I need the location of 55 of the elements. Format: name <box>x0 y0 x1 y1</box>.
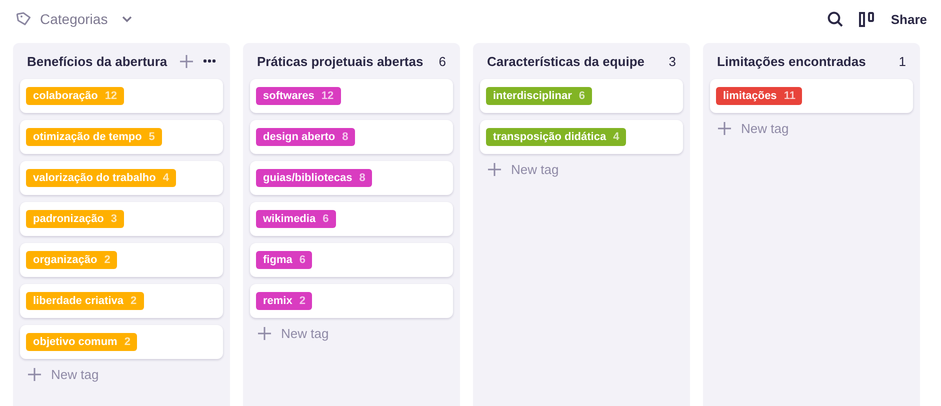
tag-card[interactable]: figma 6 <box>250 243 453 277</box>
tag-card[interactable]: guias/bibliotecas 8 <box>250 161 453 195</box>
tag-card[interactable]: colaboração 12 <box>20 79 223 113</box>
tag-label[interactable]: valorização do trabalho 4 <box>26 169 176 187</box>
add-icon[interactable] <box>180 54 193 68</box>
new-tag-button[interactable]: New tag <box>258 326 329 341</box>
tag-card[interactable]: wikimedia 6 <box>250 202 453 236</box>
column-title: Práticas projetuais abertas <box>257 54 424 68</box>
column-title: Limitações encontradas <box>717 54 867 68</box>
tag-count: 3 <box>668 54 676 68</box>
tag-label[interactable]: limitações 11 <box>716 87 802 105</box>
tag-label[interactable]: colaboração 12 <box>26 87 124 105</box>
tag-label[interactable]: objetivo comum 2 <box>26 333 138 351</box>
chevron-down-icon[interactable] <box>122 16 132 22</box>
tag-count: 6 <box>438 54 446 68</box>
plus-icon <box>488 163 501 176</box>
tag-card[interactable]: transposição didática 4 <box>480 120 683 154</box>
share-button[interactable]: Share <box>890 12 927 26</box>
plus-icon <box>28 368 41 381</box>
tag-label[interactable]: organização 2 <box>26 251 118 269</box>
tag-label[interactable]: wikimedia 6 <box>256 210 336 228</box>
new-tag-button[interactable]: New tag <box>28 367 99 382</box>
tag-label[interactable]: guias/bibliotecas 8 <box>256 169 372 187</box>
tag-card[interactable]: padronização 3 <box>20 202 223 236</box>
tag-card[interactable]: liberdade criativa 2 <box>20 284 223 318</box>
plus-icon <box>258 327 271 340</box>
tag-card[interactable]: softwares 12 <box>250 79 453 113</box>
tag-card[interactable]: interdisciplinar 6 <box>480 79 683 113</box>
new-tag-button[interactable]: New tag <box>488 162 559 177</box>
tag-icon <box>16 11 32 27</box>
tag-card[interactable]: otimização de tempo 5 <box>20 120 223 154</box>
tag-card[interactable]: objetivo comum 2 <box>20 325 223 359</box>
tag-label[interactable]: figma 6 <box>256 251 312 269</box>
tag-label[interactable]: padronização 3 <box>26 210 124 228</box>
columns-button[interactable] <box>858 12 875 26</box>
plus-icon <box>718 122 731 135</box>
tag-label[interactable]: liberdade criativa 2 <box>26 292 144 310</box>
tag-count: 1 <box>898 54 906 68</box>
tag-label[interactable]: remix 2 <box>256 292 312 310</box>
tag-card[interactable]: design aberto 8 <box>250 120 453 154</box>
categories-title: Categorias <box>40 11 108 27</box>
tag-card[interactable]: remix 2 <box>250 284 453 318</box>
tag-card[interactable]: valorização do trabalho 4 <box>20 161 223 195</box>
tag-label[interactable]: transposição didática 4 <box>486 128 626 146</box>
more-icon[interactable] <box>203 59 216 63</box>
new-tag-button[interactable]: New tag <box>718 121 789 136</box>
tag-label[interactable]: design aberto 8 <box>256 128 356 146</box>
tag-card[interactable]: organização 2 <box>20 243 223 277</box>
tag-label[interactable]: softwares 12 <box>256 87 341 105</box>
column-title: Características da equipe <box>487 54 646 68</box>
tag-card[interactable]: limitações 11 <box>710 79 913 113</box>
column-title: Benefícios da abertura <box>27 54 168 68</box>
tag-label[interactable]: otimização de tempo 5 <box>26 128 162 146</box>
tag-label[interactable]: interdisciplinar 6 <box>486 87 592 105</box>
search-button[interactable] <box>826 11 843 27</box>
